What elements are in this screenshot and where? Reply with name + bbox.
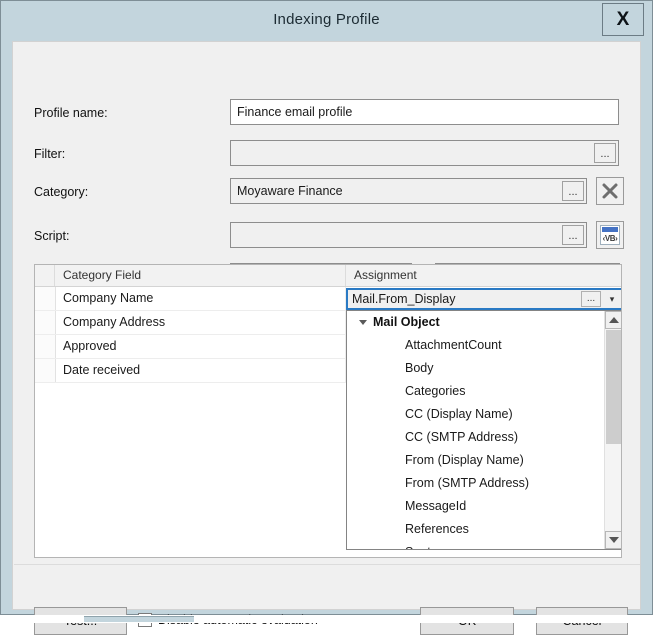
assignment-dropdown-toggle[interactable]: ▾ bbox=[603, 290, 621, 308]
category-clear-button[interactable] bbox=[596, 177, 624, 205]
dropdown-items-container: Mail Object AttachmentCount Body Categor… bbox=[347, 311, 605, 549]
list-item[interactable]: From (Display Name) bbox=[347, 449, 605, 472]
triangle-expanded-icon[interactable] bbox=[359, 320, 367, 325]
dropdown-group-label: Mail Object bbox=[373, 315, 440, 329]
grid-header-category-field[interactable]: Category Field bbox=[55, 265, 346, 286]
assignment-browse-button[interactable]: ... bbox=[581, 291, 601, 307]
category-input[interactable]: Moyaware Finance ... bbox=[230, 178, 587, 204]
field-assignment-grid[interactable]: Category Field Assignment Company Name C… bbox=[34, 264, 622, 558]
scroll-up-button[interactable] bbox=[605, 311, 621, 329]
filter-label: Filter: bbox=[34, 147, 66, 161]
list-item[interactable]: Sent bbox=[347, 541, 605, 549]
cell-category-field[interactable]: Company Name bbox=[55, 287, 346, 310]
row-selector[interactable] bbox=[35, 335, 56, 358]
category-label: Category: bbox=[34, 185, 89, 199]
script-browse-button[interactable]: ... bbox=[562, 225, 584, 245]
filter-browse-button[interactable]: ... bbox=[594, 143, 616, 163]
vb-script-icon: ‹VB› bbox=[600, 225, 620, 245]
assignment-editor-value[interactable]: Mail.From_Display bbox=[348, 292, 581, 306]
background-window-edge bbox=[84, 616, 194, 622]
cell-category-field[interactable]: Approved bbox=[55, 335, 346, 358]
x-icon bbox=[602, 183, 618, 199]
title-bar: Indexing Profile X bbox=[1, 1, 652, 41]
assignment-editor-cell[interactable]: Mail.From_Display ... ▾ bbox=[346, 288, 621, 310]
row-selector[interactable] bbox=[35, 311, 56, 334]
list-item[interactable]: CC (Display Name) bbox=[347, 403, 605, 426]
page-title: Indexing Profile bbox=[273, 11, 380, 28]
grid-header-row: Category Field Assignment bbox=[35, 265, 621, 287]
scrollbar-thumb[interactable] bbox=[606, 330, 621, 444]
list-item[interactable]: Categories bbox=[347, 380, 605, 403]
profile-name-input[interactable]: Finance email profile bbox=[230, 99, 619, 125]
scroll-down-button[interactable] bbox=[605, 531, 621, 549]
category-browse-button[interactable]: ... bbox=[562, 181, 584, 201]
arrow-up-icon bbox=[608, 317, 619, 323]
list-item[interactable]: From (SMTP Address) bbox=[347, 472, 605, 495]
list-item[interactable]: CC (SMTP Address) bbox=[347, 426, 605, 449]
vb-icon-label: ‹VB› bbox=[602, 233, 618, 243]
grid-header-assignment[interactable]: Assignment bbox=[346, 265, 621, 286]
row-selector[interactable] bbox=[35, 287, 56, 310]
arrow-down-icon bbox=[608, 537, 619, 543]
row-selector[interactable] bbox=[35, 359, 56, 382]
list-item[interactable]: AttachmentCount bbox=[347, 334, 605, 357]
list-item[interactable]: Body bbox=[347, 357, 605, 380]
script-label: Script: bbox=[34, 229, 70, 243]
script-input[interactable]: ... bbox=[230, 222, 587, 248]
category-value: Moyaware Finance bbox=[237, 184, 343, 198]
script-edit-vb-button[interactable]: ‹VB› bbox=[596, 221, 624, 249]
filter-input[interactable]: ... bbox=[230, 140, 619, 166]
dialog-body: Profile name: Finance email profile Filt… bbox=[12, 41, 641, 635]
dropdown-group-mail-object[interactable]: Mail Object bbox=[347, 311, 605, 334]
footer-divider bbox=[14, 564, 640, 565]
cell-category-field[interactable]: Date received bbox=[55, 359, 346, 382]
list-item[interactable]: References bbox=[347, 518, 605, 541]
cell-category-field[interactable]: Company Address bbox=[55, 311, 346, 334]
profile-name-label: Profile name: bbox=[34, 106, 108, 120]
dialog-window: Indexing Profile X Profile name: Finance… bbox=[0, 0, 653, 635]
dropdown-scrollbar[interactable] bbox=[604, 311, 621, 549]
assignment-dropdown-list[interactable]: Mail Object AttachmentCount Body Categor… bbox=[346, 310, 621, 550]
close-button[interactable]: X bbox=[602, 3, 644, 36]
list-item[interactable]: MessageId bbox=[347, 495, 605, 518]
grid-header-rowselector bbox=[35, 265, 55, 286]
